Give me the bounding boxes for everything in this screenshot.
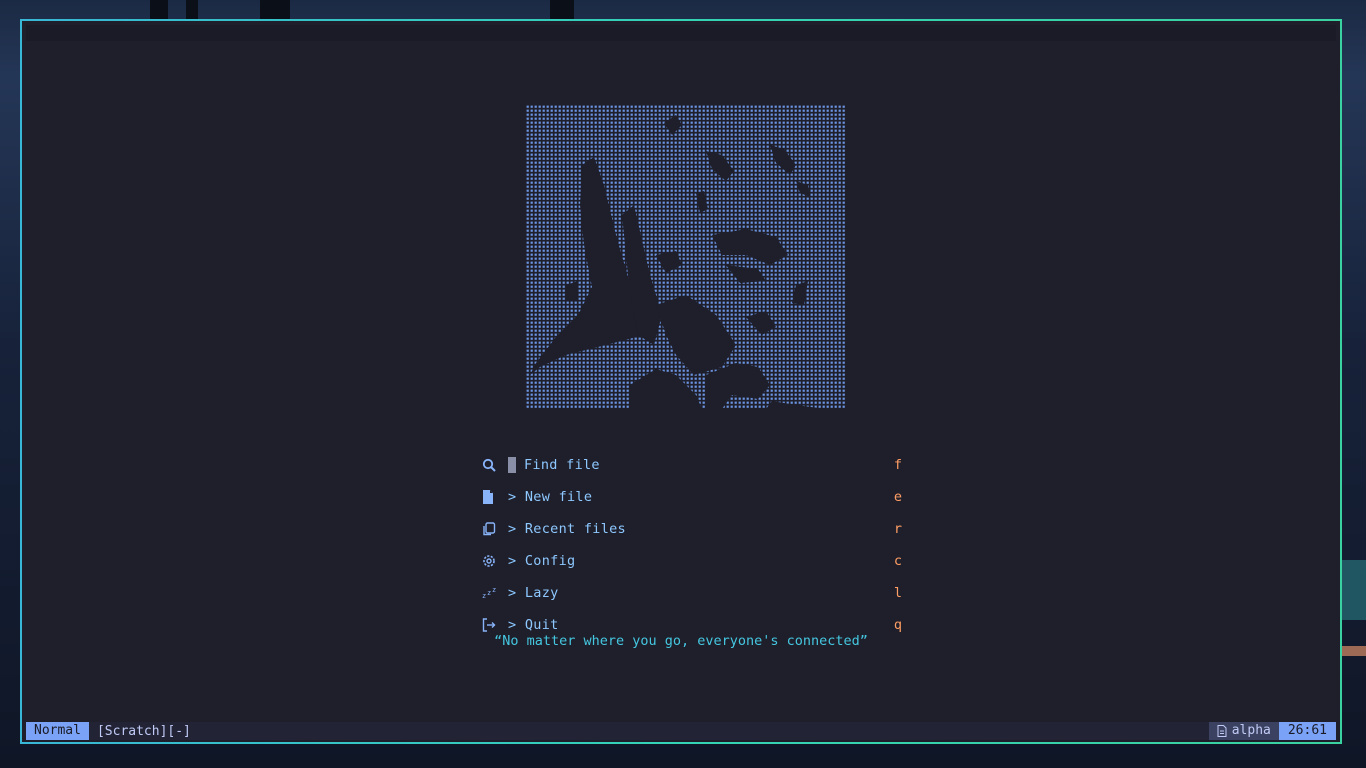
menu-item-find-file[interactable]: Find file f [482, 449, 902, 481]
menu-item-label: > Lazy [508, 585, 559, 601]
svg-text:z: z [482, 592, 486, 599]
shortcut-key: r [893, 521, 902, 537]
wallpaper-tree [150, 0, 168, 20]
shortcut-key: l [893, 585, 902, 601]
dashboard-menu: Find file f > New file e > Recent files … [482, 449, 902, 641]
file-icon [1217, 725, 1227, 737]
wallpaper-tree [260, 0, 290, 20]
menu-item-label: Find file [524, 457, 600, 473]
terminal-window: Find file f > New file e > Recent files … [20, 19, 1342, 744]
buffer-name: [Scratch][-] [96, 723, 191, 739]
shortcut-key: e [893, 489, 902, 505]
filetype-label: alpha [1231, 723, 1271, 738]
cursor-position: 26:61 [1278, 722, 1336, 740]
menu-item-label: > Quit [508, 617, 559, 633]
menu-item-recent-files[interactable]: > Recent files r [482, 513, 902, 545]
file-icon [482, 489, 508, 505]
gear-icon [482, 553, 508, 569]
statusline: Normal [Scratch][-] alpha 26:61 [26, 722, 1336, 740]
exit-icon [482, 617, 508, 633]
wallpaper-glow [1340, 560, 1366, 620]
svg-text:z: z [492, 587, 496, 594]
menu-item-lazy[interactable]: zzz > Lazy l [482, 577, 902, 609]
text-cursor [508, 457, 516, 473]
copy-icon [482, 521, 508, 537]
mode-indicator: Normal [26, 722, 89, 740]
menu-item-label: > Recent files [508, 521, 626, 537]
shortcut-key: c [893, 553, 902, 569]
menu-item-label: > Config [508, 553, 576, 569]
menu-item-new-file[interactable]: > New file e [482, 481, 902, 513]
alpha-dashboard: Find file f > New file e > Recent files … [26, 41, 1336, 720]
search-icon [482, 457, 508, 473]
wallpaper-tree [550, 0, 574, 20]
dashboard-quote: “No matter where you go, everyone's conn… [494, 633, 868, 649]
sleep-icon: zzz [482, 585, 508, 601]
wallpaper-tree [186, 0, 198, 20]
filetype-segment: alpha [1208, 722, 1279, 740]
svg-text:z: z [487, 589, 491, 597]
menu-item-label: > New file [508, 489, 593, 505]
shortcut-key: q [893, 617, 902, 633]
menu-item-config[interactable]: > Config c [482, 545, 902, 577]
shortcut-key: f [893, 457, 902, 473]
window-titlebar [26, 25, 1336, 41]
ascii-art-portrait [526, 105, 846, 409]
wallpaper-lamp [1340, 646, 1366, 656]
